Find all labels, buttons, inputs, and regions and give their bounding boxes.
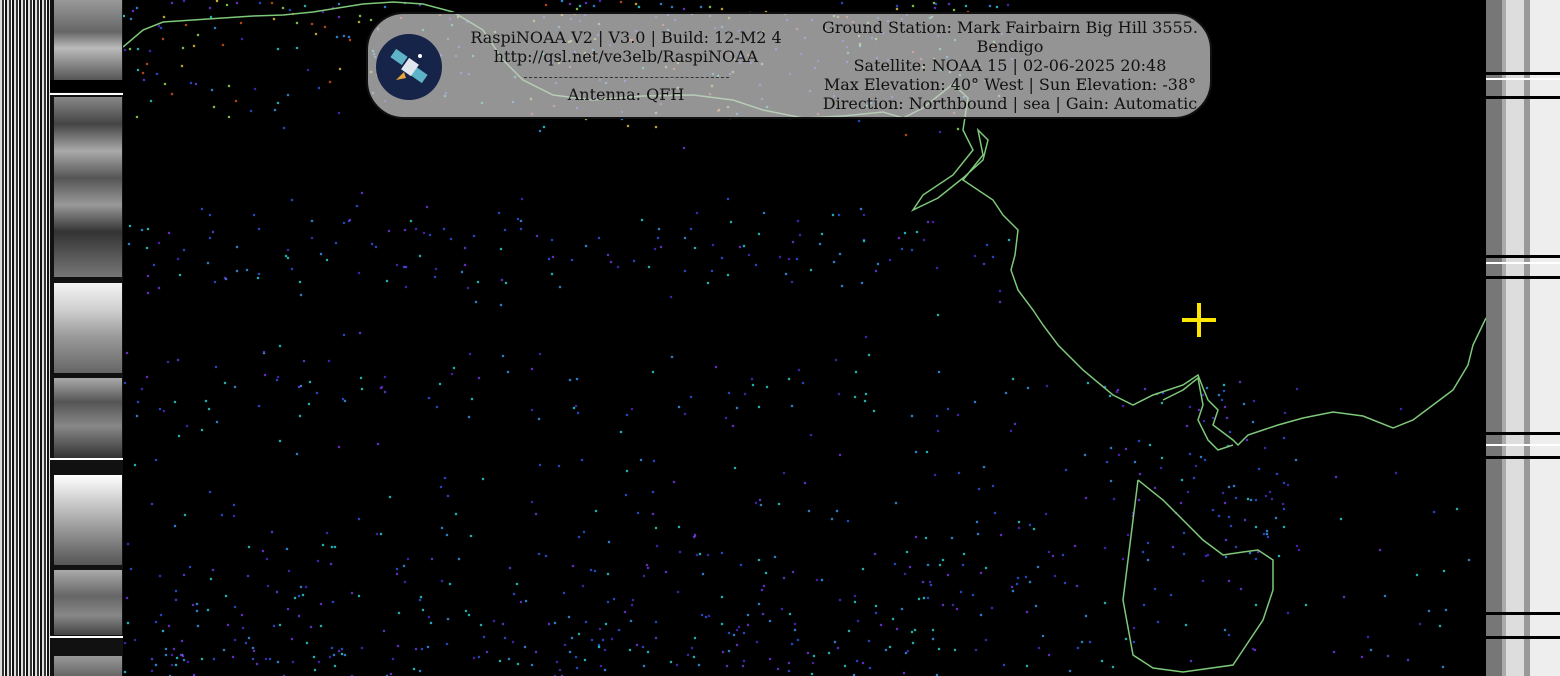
telemetry-mark (1486, 255, 1560, 258)
telemetry-mark (1486, 96, 1560, 99)
telemetry-line (50, 93, 123, 95)
app-version-line: RaspiNOAA V2 | V3.0 | Build: 12-M2 4 (470, 28, 782, 47)
ground-station-location: Bendigo (976, 37, 1044, 56)
telemetry-wedge (54, 475, 122, 565)
direction-info: Direction: Northbound | sea | Gain: Auto… (822, 94, 1198, 113)
ground-station: Ground Station: Mark Fairbairn Big Hill … (822, 18, 1198, 37)
telemetry-stripes-left (0, 0, 50, 676)
divider (524, 77, 729, 78)
pass-info-overlay: RaspiNOAA V2 | V3.0 | Build: 12-M2 4 htt… (366, 12, 1212, 119)
antenna-info: Antenna: QFH (567, 85, 685, 104)
telemetry-mark (1486, 456, 1560, 459)
crosshair-marker-icon (1182, 303, 1216, 337)
telemetry-mark (1486, 262, 1560, 264)
coastline-island (1122, 479, 1274, 673)
telemetry-mark (1486, 612, 1560, 615)
satellite-logo-icon (376, 34, 442, 100)
satellite-image-view: RaspiNOAA V2 | V3.0 | Build: 12-M2 4 htt… (0, 0, 1560, 676)
telemetry-wedges-left (50, 0, 123, 676)
telemetry-wedge (54, 97, 122, 277)
elevation-info: Max Elevation: 40° West | Sun Elevation:… (823, 75, 1197, 94)
telemetry-line (50, 636, 123, 638)
telemetry-wedge (54, 0, 122, 80)
telemetry-mark (1486, 444, 1560, 446)
software-info: RaspiNOAA V2 | V3.0 | Build: 12-M2 4 htt… (464, 28, 788, 104)
telemetry-mark (1486, 276, 1560, 279)
telemetry-mark (1486, 432, 1560, 435)
telemetry-strip-right (1486, 0, 1560, 676)
telemetry-line (50, 458, 123, 460)
telemetry-wedge (54, 656, 122, 676)
telemetry-wedge (54, 283, 122, 373)
telemetry-mark (1486, 72, 1560, 75)
telemetry-mark (1486, 636, 1560, 639)
telemetry-wedge (54, 378, 122, 458)
project-url: http://qsl.net/ve3elb/RaspiNOAA (493, 47, 759, 66)
satellite-info: Satellite: NOAA 15 | 02-06-2025 20:48 (853, 56, 1167, 75)
telemetry-bar (50, 80, 123, 92)
pass-info: Ground Station: Mark Fairbairn Big Hill … (814, 18, 1206, 113)
telemetry-mark (1486, 78, 1560, 80)
telemetry-wedge (54, 570, 122, 635)
